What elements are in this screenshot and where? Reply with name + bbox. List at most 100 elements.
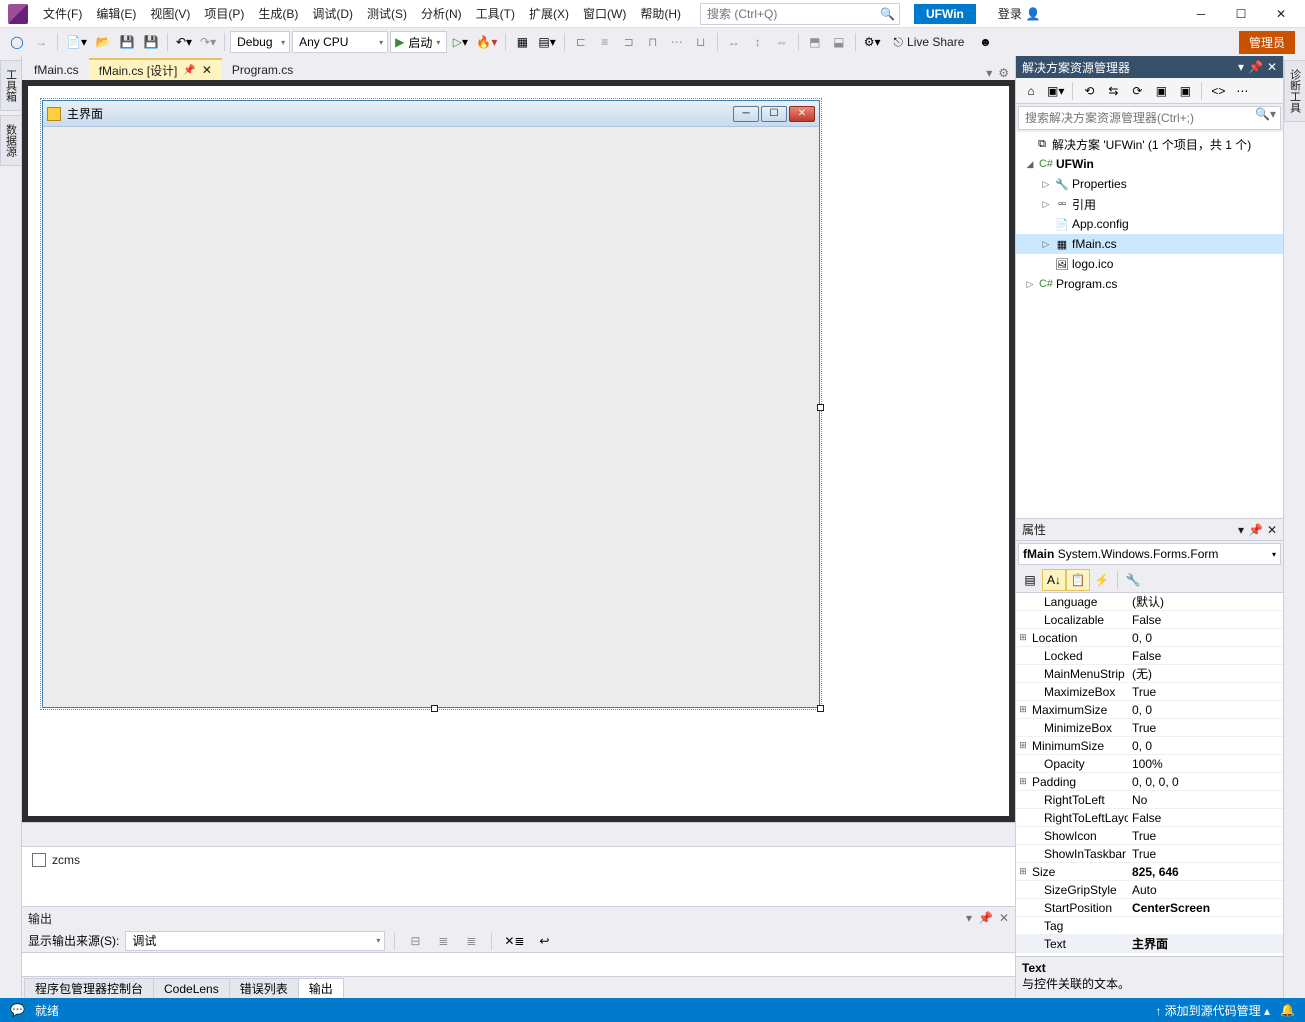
property-row[interactable]: StartPositionCenterScreen xyxy=(1016,899,1283,917)
feedback-button[interactable]: ☻ xyxy=(974,31,996,53)
menu-工具(T)[interactable]: 工具(T) xyxy=(469,1,522,26)
doc-tab[interactable]: fMain.cs [设计]📌✕ xyxy=(89,58,222,80)
close-icon[interactable]: ✕ xyxy=(202,63,212,77)
bottom-tab[interactable]: 输出 xyxy=(298,978,344,998)
menu-项目(P)[interactable]: 项目(P) xyxy=(197,1,251,26)
menu-测试(S)[interactable]: 测试(S) xyxy=(360,1,414,26)
solution-explorer-header[interactable]: 解决方案资源管理器 ▾📌✕ xyxy=(1016,56,1283,78)
platform-dropdown[interactable]: Any CPU xyxy=(292,31,388,53)
alphabetical-button[interactable]: A↓ xyxy=(1042,569,1066,591)
sol-btn-2[interactable]: ▣▾ xyxy=(1044,80,1067,102)
tree-appconfig[interactable]: 📄App.config xyxy=(1016,214,1283,234)
search-input[interactable] xyxy=(701,7,876,21)
panel-close-icon[interactable]: ✕ xyxy=(1267,523,1277,537)
liveshare-button[interactable]: ⎋Live Share xyxy=(886,35,973,50)
pin-icon[interactable]: 📌 xyxy=(1248,523,1263,537)
properties-header[interactable]: 属性 ▾📌✕ xyxy=(1016,519,1283,541)
tab-settings-icon[interactable]: ⚙ xyxy=(998,66,1009,80)
start-nodebug-button[interactable]: ▷▾ xyxy=(449,31,471,53)
home-button[interactable]: ⌂ xyxy=(1020,80,1042,102)
property-row[interactable]: ⊞Size825, 646 xyxy=(1016,863,1283,881)
property-row[interactable]: RightToLeftNo xyxy=(1016,791,1283,809)
output-header[interactable]: 输出 ▾ 📌 ✕ xyxy=(22,907,1015,929)
property-row[interactable]: LockedFalse xyxy=(1016,647,1283,665)
doc-tab[interactable]: fMain.cs xyxy=(24,58,89,80)
properties-button[interactable]: 📋 xyxy=(1066,569,1090,591)
property-row[interactable]: MinimizeBoxTrue xyxy=(1016,719,1283,737)
undo-button[interactable]: ↶▾ xyxy=(173,31,195,53)
properties-object-selector[interactable]: fMain System.Windows.Forms.Form xyxy=(1018,543,1281,565)
config-dropdown[interactable]: Debug xyxy=(230,31,290,53)
output-source-dropdown[interactable]: 调试 xyxy=(125,931,385,951)
prop-pages-button[interactable]: 🔧 xyxy=(1121,569,1145,591)
sol-btn-3[interactable]: ⟲ xyxy=(1078,80,1100,102)
tree-references[interactable]: ▷▫▫引用 xyxy=(1016,194,1283,214)
login-button[interactable]: 登录👤 xyxy=(992,2,1047,25)
save-all-button[interactable]: 💾 xyxy=(140,31,162,53)
property-row[interactable]: Opacity100% xyxy=(1016,755,1283,773)
open-button[interactable]: 📂 xyxy=(92,31,114,53)
datasource-tab[interactable]: 数据源 xyxy=(0,115,22,166)
toolbar-misc[interactable]: ⚙▾ xyxy=(861,31,884,53)
diagnostics-tab[interactable]: 诊断工具 xyxy=(1284,60,1305,122)
property-row[interactable]: ⊞Padding0, 0, 0, 0 xyxy=(1016,773,1283,791)
menu-扩展(X)[interactable]: 扩展(X) xyxy=(522,1,576,26)
layout-button-1[interactable]: ▦ xyxy=(511,31,533,53)
source-control-button[interactable]: ↑ 添加到源代码管理 ▴ xyxy=(1155,1002,1270,1019)
refresh-button[interactable]: ⟳ xyxy=(1126,80,1148,102)
code-view-button[interactable]: <> xyxy=(1207,80,1229,102)
tree-fmain[interactable]: ▷▦fMain.cs xyxy=(1016,234,1283,254)
property-row[interactable]: SizeGripStyleAuto xyxy=(1016,881,1283,899)
property-row[interactable]: Language(默认) xyxy=(1016,593,1283,611)
panel-dropdown-icon[interactable]: ▾ xyxy=(1238,60,1244,74)
start-debug-button[interactable]: ▶启动▾ xyxy=(390,31,447,53)
output-body[interactable] xyxy=(22,953,1015,976)
tree-logo[interactable]: 🖼logo.ico xyxy=(1016,254,1283,274)
pin-icon[interactable]: 📌 xyxy=(183,65,195,76)
minimize-button[interactable]: ─ xyxy=(1181,2,1221,26)
solution-search-input[interactable] xyxy=(1019,107,1251,129)
properties-grid[interactable]: Language(默认)LocalizableFalse⊞Location0, … xyxy=(1016,593,1283,956)
panel-dropdown-icon[interactable]: ▾ xyxy=(966,911,972,925)
menu-生成(B)[interactable]: 生成(B) xyxy=(251,1,305,26)
tablist-dropdown[interactable]: ▾ xyxy=(986,66,992,80)
project-selector[interactable]: UFWin xyxy=(914,4,976,24)
form-designer[interactable]: 主界面 ─ ☐ ✕ xyxy=(22,80,1015,822)
component-tray[interactable]: zcms xyxy=(22,846,1015,906)
property-row[interactable]: ⊞MinimumSize0, 0 xyxy=(1016,737,1283,755)
categorized-button[interactable]: ▤ xyxy=(1018,569,1042,591)
doc-tab[interactable]: Program.cs xyxy=(222,58,303,80)
nav-back-button[interactable]: ◯ xyxy=(6,31,28,53)
tree-properties[interactable]: ▷🔧Properties xyxy=(1016,174,1283,194)
property-row[interactable]: Text主界面 xyxy=(1016,935,1283,953)
sol-btn-6[interactable]: ▣ xyxy=(1150,80,1172,102)
menu-窗口(W)[interactable]: 窗口(W) xyxy=(576,1,633,26)
panel-dropdown-icon[interactable]: ▾ xyxy=(1238,523,1244,537)
menu-帮助(H)[interactable]: 帮助(H) xyxy=(633,1,688,26)
menu-调试(D)[interactable]: 调试(D) xyxy=(305,1,360,26)
new-item-button[interactable]: 📄▾ xyxy=(63,31,90,53)
tree-solution-root[interactable]: ⧉解决方案 'UFWin' (1 个项目，共 1 个) xyxy=(1016,134,1283,154)
toolbox-tab[interactable]: 工具箱 xyxy=(0,60,22,111)
property-row[interactable]: ShowInTaskbarTrue xyxy=(1016,845,1283,863)
property-row[interactable]: Tag xyxy=(1016,917,1283,935)
property-row[interactable]: ⊞MaximumSize0, 0 xyxy=(1016,701,1283,719)
tree-program[interactable]: ▷C#Program.cs xyxy=(1016,274,1283,294)
property-row[interactable]: MainMenuStrip(无) xyxy=(1016,665,1283,683)
out-wrap-button[interactable]: ↩ xyxy=(533,930,555,952)
layout-button-2[interactable]: ▤▾ xyxy=(535,31,558,53)
bottom-tab[interactable]: 程序包管理器控制台 xyxy=(24,978,154,998)
pin-icon[interactable]: 📌 xyxy=(978,911,993,925)
panel-close-icon[interactable]: ✕ xyxy=(1267,60,1277,74)
sol-btn-4[interactable]: ⇆ xyxy=(1102,80,1124,102)
pin-icon[interactable]: 📌 xyxy=(1248,60,1263,74)
sol-more-button[interactable]: ⋯ xyxy=(1231,80,1253,102)
form-preview[interactable]: 主界面 ─ ☐ ✕ xyxy=(42,100,820,708)
panel-close-icon[interactable]: ✕ xyxy=(999,911,1009,925)
property-row[interactable]: ⊞Location0, 0 xyxy=(1016,629,1283,647)
bottom-tab[interactable]: 错误列表 xyxy=(229,978,299,998)
tree-project[interactable]: ◢C#UFWin xyxy=(1016,154,1283,174)
menu-分析(N)[interactable]: 分析(N) xyxy=(414,1,469,26)
property-row[interactable]: MaximizeBoxTrue xyxy=(1016,683,1283,701)
close-button[interactable]: ✕ xyxy=(1261,2,1301,26)
